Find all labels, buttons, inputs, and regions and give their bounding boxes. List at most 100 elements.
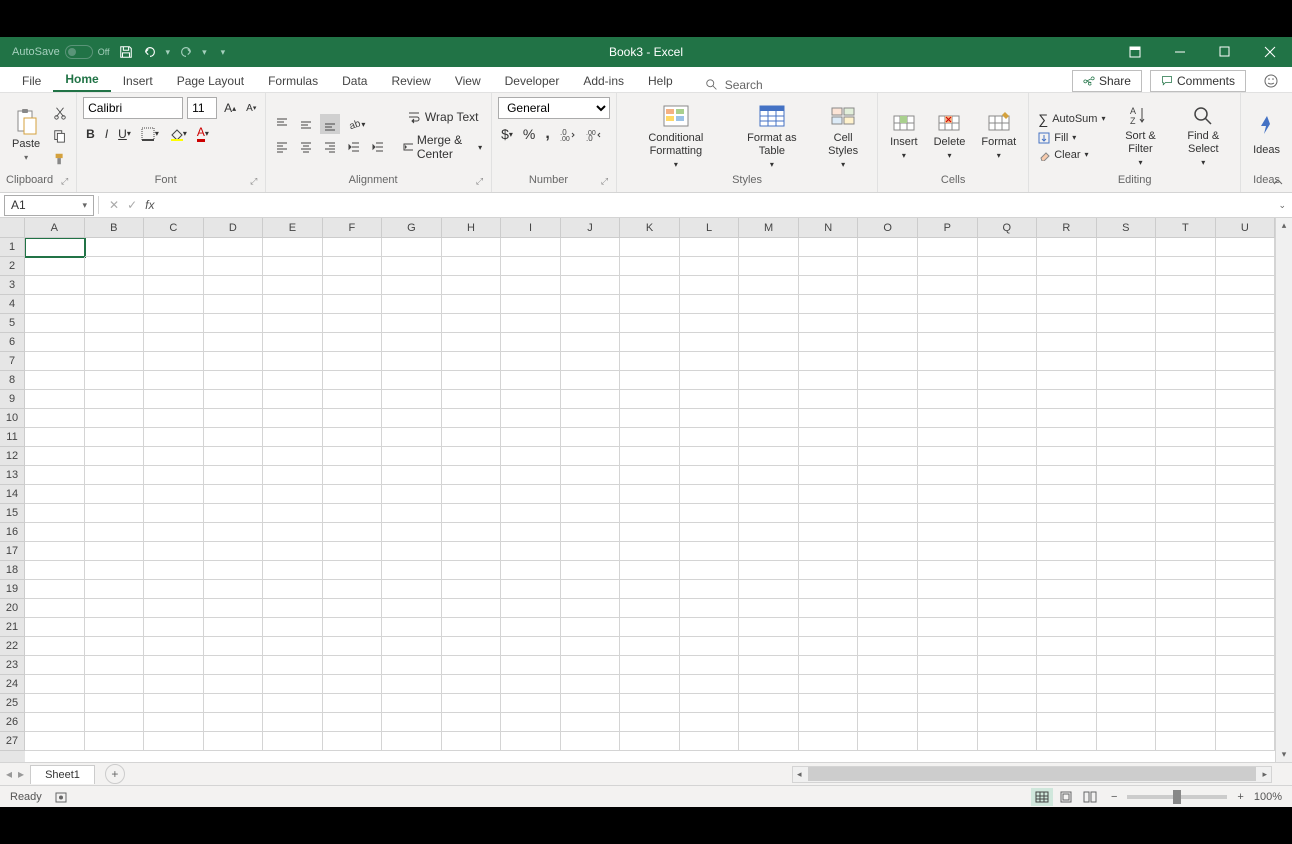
cell[interactable]: [799, 238, 859, 257]
cell[interactable]: [382, 580, 442, 599]
cell[interactable]: [85, 257, 145, 276]
cell[interactable]: [323, 257, 383, 276]
cell[interactable]: [204, 466, 264, 485]
share-button[interactable]: Share: [1072, 70, 1142, 92]
cell[interactable]: [858, 618, 918, 637]
cell[interactable]: [382, 257, 442, 276]
select-all-corner[interactable]: [0, 218, 25, 238]
cell[interactable]: [858, 599, 918, 618]
align-left-icon[interactable]: [272, 137, 292, 157]
cell[interactable]: [442, 504, 502, 523]
cell[interactable]: [85, 371, 145, 390]
cell[interactable]: [739, 257, 799, 276]
vertical-scrollbar[interactable]: ▴ ▾: [1275, 218, 1292, 762]
cell[interactable]: [561, 333, 621, 352]
font-dialog-launcher[interactable]: ⤢: [248, 176, 259, 187]
cell[interactable]: [918, 257, 978, 276]
cell[interactable]: [978, 238, 1038, 257]
cell[interactable]: [323, 485, 383, 504]
cell[interactable]: [382, 656, 442, 675]
tab-addins[interactable]: Add-ins: [571, 70, 636, 92]
cell[interactable]: [1216, 447, 1276, 466]
scroll-left-icon[interactable]: ◂: [793, 769, 806, 780]
cell[interactable]: [918, 238, 978, 257]
cell[interactable]: [858, 447, 918, 466]
zoom-thumb[interactable]: [1173, 790, 1181, 804]
column-header[interactable]: D: [204, 218, 264, 238]
cell[interactable]: [978, 561, 1038, 580]
delete-cells-button[interactable]: Delete▾: [928, 108, 972, 163]
cell[interactable]: [1037, 713, 1097, 732]
cell[interactable]: [442, 523, 502, 542]
cell[interactable]: [442, 314, 502, 333]
column-header[interactable]: I: [501, 218, 561, 238]
accounting-format-icon[interactable]: $ ▾: [498, 123, 516, 145]
cell[interactable]: [204, 732, 264, 751]
cell[interactable]: [918, 428, 978, 447]
cell[interactable]: [680, 694, 740, 713]
column-header[interactable]: E: [263, 218, 323, 238]
cell[interactable]: [85, 713, 145, 732]
cell[interactable]: [680, 276, 740, 295]
cell[interactable]: [739, 656, 799, 675]
decrease-decimal-icon[interactable]: .00.0: [583, 124, 605, 144]
macro-record-icon[interactable]: [54, 790, 68, 804]
cell[interactable]: [144, 618, 204, 637]
row-header[interactable]: 24: [0, 675, 25, 694]
cell[interactable]: [382, 637, 442, 656]
cell[interactable]: [1156, 257, 1216, 276]
enter-formula-icon[interactable]: ✓: [127, 198, 137, 212]
cell[interactable]: [858, 485, 918, 504]
cell[interactable]: [204, 257, 264, 276]
cell[interactable]: [1037, 466, 1097, 485]
increase-indent-icon[interactable]: [368, 137, 388, 157]
cell[interactable]: [263, 561, 323, 580]
cell[interactable]: [263, 238, 323, 257]
cell[interactable]: [1216, 390, 1276, 409]
cell[interactable]: [323, 276, 383, 295]
cell[interactable]: [144, 428, 204, 447]
cell[interactable]: [263, 371, 323, 390]
cell[interactable]: [620, 390, 680, 409]
cell[interactable]: [799, 466, 859, 485]
cell[interactable]: [739, 428, 799, 447]
cell[interactable]: [918, 485, 978, 504]
cell[interactable]: [85, 504, 145, 523]
row-header[interactable]: 14: [0, 485, 25, 504]
cell[interactable]: [561, 504, 621, 523]
cell[interactable]: [204, 542, 264, 561]
minimize-button[interactable]: [1157, 37, 1202, 67]
comma-format-icon[interactable]: ,: [542, 122, 552, 146]
redo-icon[interactable]: [178, 44, 194, 60]
cell[interactable]: [739, 637, 799, 656]
cell[interactable]: [620, 295, 680, 314]
cell[interactable]: [25, 314, 85, 333]
cell[interactable]: [25, 504, 85, 523]
cell[interactable]: [680, 390, 740, 409]
cell[interactable]: [501, 466, 561, 485]
cell[interactable]: [263, 485, 323, 504]
cell[interactable]: [799, 694, 859, 713]
cell[interactable]: [680, 523, 740, 542]
cell[interactable]: [739, 371, 799, 390]
cell[interactable]: [1216, 352, 1276, 371]
cell[interactable]: [739, 466, 799, 485]
cell[interactable]: [204, 295, 264, 314]
cell[interactable]: [263, 352, 323, 371]
cell[interactable]: [918, 675, 978, 694]
cell[interactable]: [858, 276, 918, 295]
cell[interactable]: [204, 713, 264, 732]
cell[interactable]: [442, 694, 502, 713]
cell[interactable]: [25, 485, 85, 504]
cell[interactable]: [680, 295, 740, 314]
cell[interactable]: [799, 656, 859, 675]
cell[interactable]: [263, 675, 323, 694]
cell[interactable]: [978, 466, 1038, 485]
cell[interactable]: [680, 466, 740, 485]
cell[interactable]: [739, 713, 799, 732]
cell[interactable]: [799, 276, 859, 295]
cell[interactable]: [382, 713, 442, 732]
row-header[interactable]: 16: [0, 523, 25, 542]
column-header[interactable]: L: [680, 218, 740, 238]
cell[interactable]: [323, 637, 383, 656]
